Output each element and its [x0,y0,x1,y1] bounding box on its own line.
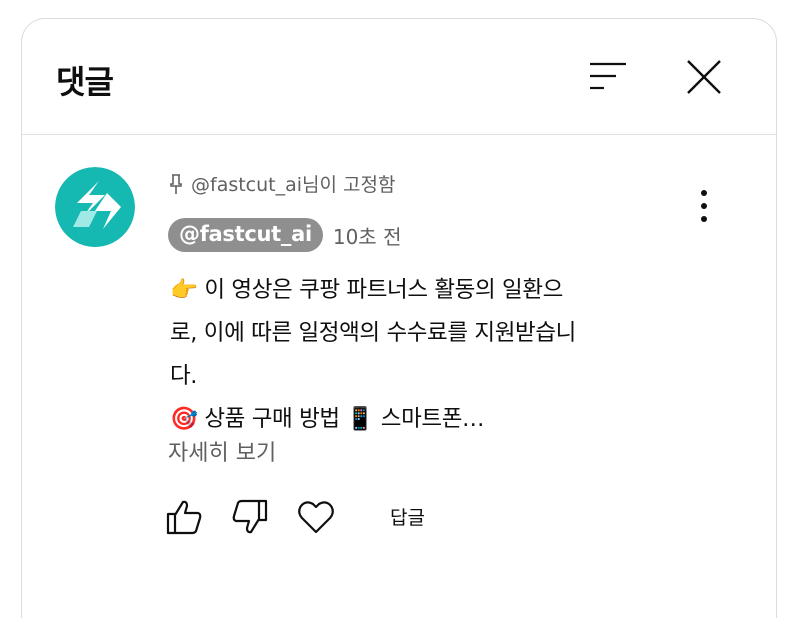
close-icon [687,60,721,94]
comment-meta: @fastcut_ai 10초 전 [168,218,401,252]
read-more-link[interactable]: 자세히 보기 [168,435,276,467]
reply-button[interactable]: 답글 [390,503,425,530]
comment-line: 다. [170,363,198,389]
heart-icon [298,501,334,534]
pin-icon [170,173,182,194]
thumbs-up-icon [166,500,202,535]
comments-panel: 댓글 @fastcut_ai님이 고정함 @fastcut_ai 10초 전 👉… [21,18,777,618]
more-vert-icon [701,190,707,222]
sort-icon [590,62,626,90]
fastcut-logo-icon [55,167,135,247]
comment-text: 👉 이 영상은 쿠팡 파트너스 활동의 일환으 로, 이에 따른 일정액의 수수… [170,269,650,441]
dislike-button[interactable] [230,497,270,537]
pinned-label: @fastcut_ai님이 고정함 [169,170,395,197]
comment-line: 👉 이 영상은 쿠팡 파트너스 활동의 일환으 [170,277,563,303]
like-button[interactable] [164,497,204,537]
pinned-text: @fastcut_ai님이 고정함 [191,174,396,196]
comment-line: 로, 이에 따른 일정액의 수수료를 지원받습니 [170,320,576,346]
comments-header: 댓글 [22,19,776,135]
thumbs-down-icon [232,499,268,534]
comment-timestamp: 10초 전 [332,224,402,249]
author-name[interactable]: @fastcut_ai [168,218,323,252]
panel-title: 댓글 [56,63,114,101]
heart-button[interactable] [296,497,336,537]
avatar[interactable] [55,167,135,247]
sort-button[interactable] [588,59,628,93]
more-options-button[interactable] [694,189,714,223]
close-button[interactable] [684,57,724,97]
